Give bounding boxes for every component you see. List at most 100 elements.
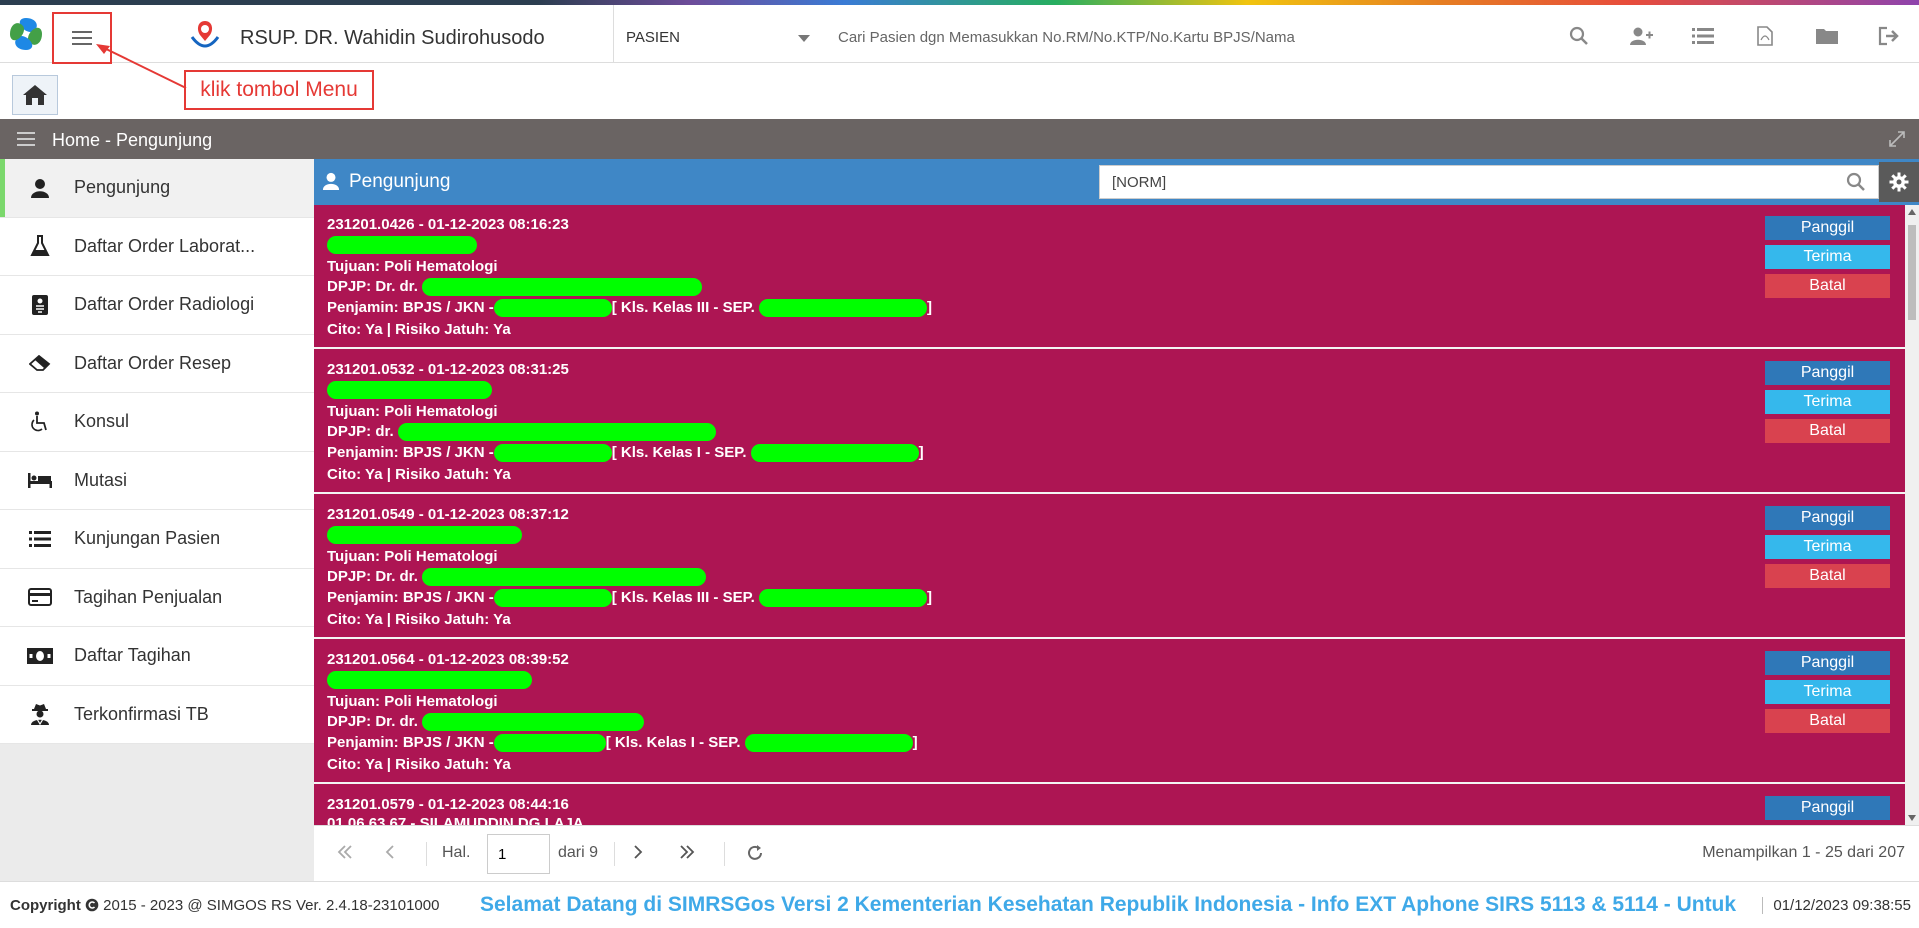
user-icon: [26, 176, 54, 200]
cancel-button[interactable]: Batal: [1765, 564, 1890, 588]
list-item: 231201.0579 - 01-12-2023 08:44:16 01.06.…: [314, 785, 1905, 825]
flask-icon: [26, 234, 54, 258]
page-label: Hal.: [442, 844, 471, 861]
hamburger-icon[interactable]: [17, 132, 35, 151]
visit-flags: Cito: Ya | Risiko Jatuh: Ya: [327, 466, 511, 483]
sidebar-item-label: Daftar Tagihan: [74, 645, 191, 666]
panel-title: Pengunjung: [349, 171, 451, 192]
prev-page-icon[interactable]: [384, 844, 396, 865]
wheelchair-icon: [26, 410, 54, 434]
first-page-icon[interactable]: [336, 844, 354, 865]
list-item: 231201.0549 - 01-12-2023 08:37:12 Tujuan…: [314, 495, 1905, 639]
chevron-down-icon[interactable]: [798, 35, 810, 42]
last-page-icon[interactable]: [678, 844, 696, 865]
app-logo: [6, 14, 46, 54]
breadcrumb: Home - Pengunjung: [52, 130, 213, 150]
pdf-icon[interactable]: [1753, 24, 1777, 48]
sidebar-item-tagihan-penjualan[interactable]: Tagihan Penjualan: [0, 568, 314, 627]
visit-header: 231201.0579 - 01-12-2023 08:44:16: [327, 796, 569, 813]
cancel-button[interactable]: Batal: [1765, 274, 1890, 298]
cancel-button[interactable]: Batal: [1765, 419, 1890, 443]
expand-icon[interactable]: [1889, 131, 1905, 152]
call-button[interactable]: Panggil: [1765, 651, 1890, 675]
visit-dpjp: DPJP: Dr. dr.: [327, 278, 703, 297]
add-user-icon[interactable]: [1629, 24, 1653, 48]
call-button[interactable]: Panggil: [1765, 361, 1890, 385]
sidebar-item-order-radiologi[interactable]: Daftar Order Radiologi: [0, 276, 314, 335]
patient-type-select[interactable]: PASIEN: [626, 29, 816, 46]
visit-flags: Cito: Ya | Risiko Jatuh: Ya: [327, 611, 511, 628]
list-icon[interactable]: [1691, 24, 1715, 48]
page-count: dari 9: [558, 844, 599, 861]
copyright-icon: [85, 897, 99, 914]
visit-dpjp: DPJP: dr.: [327, 423, 716, 442]
sidebar-item-kunjungan-pasien[interactable]: Kunjungan Pasien: [0, 510, 314, 569]
bed-icon: [26, 468, 54, 492]
visit-dpjp: DPJP: Dr. dr.: [327, 713, 645, 732]
call-button[interactable]: Panggil: [1765, 216, 1890, 240]
patient-search-input[interactable]: Cari Pasien dgn Memasukkan No.RM/No.KTP/…: [838, 29, 1295, 46]
logout-icon[interactable]: [1877, 24, 1901, 48]
xray-icon: [26, 293, 54, 317]
visit-header: 231201.0549 - 01-12-2023 08:37:12: [327, 506, 569, 523]
scroll-up-icon[interactable]: [1908, 209, 1916, 215]
settings-button[interactable]: [1879, 162, 1919, 202]
menu-button[interactable]: [52, 12, 112, 64]
search-icon[interactable]: [1567, 24, 1591, 48]
money-icon: [26, 644, 54, 668]
scroll-down-icon[interactable]: [1908, 815, 1916, 821]
pager-divider: [724, 842, 725, 866]
sidebar-item-pengunjung[interactable]: Pengunjung: [0, 159, 314, 218]
header-toolbar: [1567, 24, 1901, 48]
hospital-name: RSUP. DR. Wahidin Sudirohusodo: [240, 27, 545, 49]
patient-identity: 01.06.63.67 - SILAMUDDIN DG LAJA: [327, 815, 584, 825]
patient-name-redacted: [327, 236, 477, 255]
patient-name-redacted: [327, 381, 492, 400]
annotation-label: klik tombol Menu: [184, 70, 374, 110]
next-page-icon[interactable]: [632, 844, 644, 865]
sidebar-item-mutasi[interactable]: Mutasi: [0, 451, 314, 510]
pagination-bar: Hal. dari 9 Menampilkan 1 - 25 dari 207: [314, 825, 1919, 881]
list-scrollbar[interactable]: [1905, 205, 1919, 825]
current-datetime: 01/12/2023 09:38:55: [1762, 897, 1911, 914]
sidebar-item-konsul[interactable]: Konsul: [0, 393, 314, 452]
search-icon[interactable]: [1846, 172, 1866, 197]
visit-dpjp: DPJP: Dr. dr.: [327, 568, 707, 587]
user-secret-icon: [26, 702, 54, 726]
sidebar-item-label: Daftar Order Resep: [74, 352, 232, 373]
accept-button[interactable]: Terima: [1765, 390, 1890, 414]
visit-guarantor: Penjamin: BPJS / JKN -[ Kls. Kelas III -…: [327, 589, 933, 608]
pager-divider: [426, 842, 427, 866]
call-button[interactable]: Panggil: [1765, 506, 1890, 530]
accept-button[interactable]: Terima: [1765, 680, 1890, 704]
visit-flags: Cito: Ya | Risiko Jatuh: Ya: [327, 756, 511, 773]
call-button[interactable]: Panggil: [1765, 796, 1890, 820]
folder-icon[interactable]: [1815, 24, 1839, 48]
home-button[interactable]: [12, 75, 58, 115]
visit-destination: Tujuan: Poli Hematologi: [327, 693, 498, 710]
norm-filter-input[interactable]: [1099, 165, 1879, 199]
visit-guarantor: Penjamin: BPJS / JKN -[ Kls. Kelas I - S…: [327, 734, 918, 753]
gear-icon: [1889, 172, 1909, 192]
cancel-button[interactable]: Batal: [1765, 709, 1890, 733]
scroll-thumb[interactable]: [1908, 225, 1916, 320]
list-item: 231201.0426 - 01-12-2023 08:16:23 Tujuan…: [314, 205, 1905, 349]
visit-guarantor: Penjamin: BPJS / JKN -[ Kls. Kelas I - S…: [327, 444, 924, 463]
sidebar-item-daftar-tagihan[interactable]: Daftar Tagihan: [0, 627, 314, 686]
accept-button[interactable]: Terima: [1765, 245, 1890, 269]
sidebar-item-label: Daftar Order Radiologi: [74, 294, 255, 315]
visit-destination: Tujuan: Poli Hematologi: [327, 403, 498, 420]
sidebar: Pengunjung Daftar Order Laborat... Dafta…: [0, 159, 314, 881]
breadcrumb-bar: Home - Pengunjung: [0, 119, 1919, 159]
eraser-icon: [26, 351, 54, 375]
refresh-icon[interactable]: [746, 844, 764, 867]
accept-button[interactable]: Terima: [1765, 535, 1890, 559]
sidebar-item-order-resep[interactable]: Daftar Order Resep: [0, 334, 314, 393]
sidebar-item-order-lab[interactable]: Daftar Order Laborat...: [0, 217, 314, 276]
visit-destination: Tujuan: Poli Hematologi: [327, 548, 498, 565]
sidebar-item-label: Terkonfirmasi TB: [74, 703, 209, 724]
page-number-input[interactable]: [487, 834, 550, 874]
sidebar-item-terkonfirmasi-tb[interactable]: Terkonfirmasi TB: [0, 685, 314, 744]
home-icon: [23, 85, 47, 105]
patient-name-redacted: [327, 526, 522, 545]
